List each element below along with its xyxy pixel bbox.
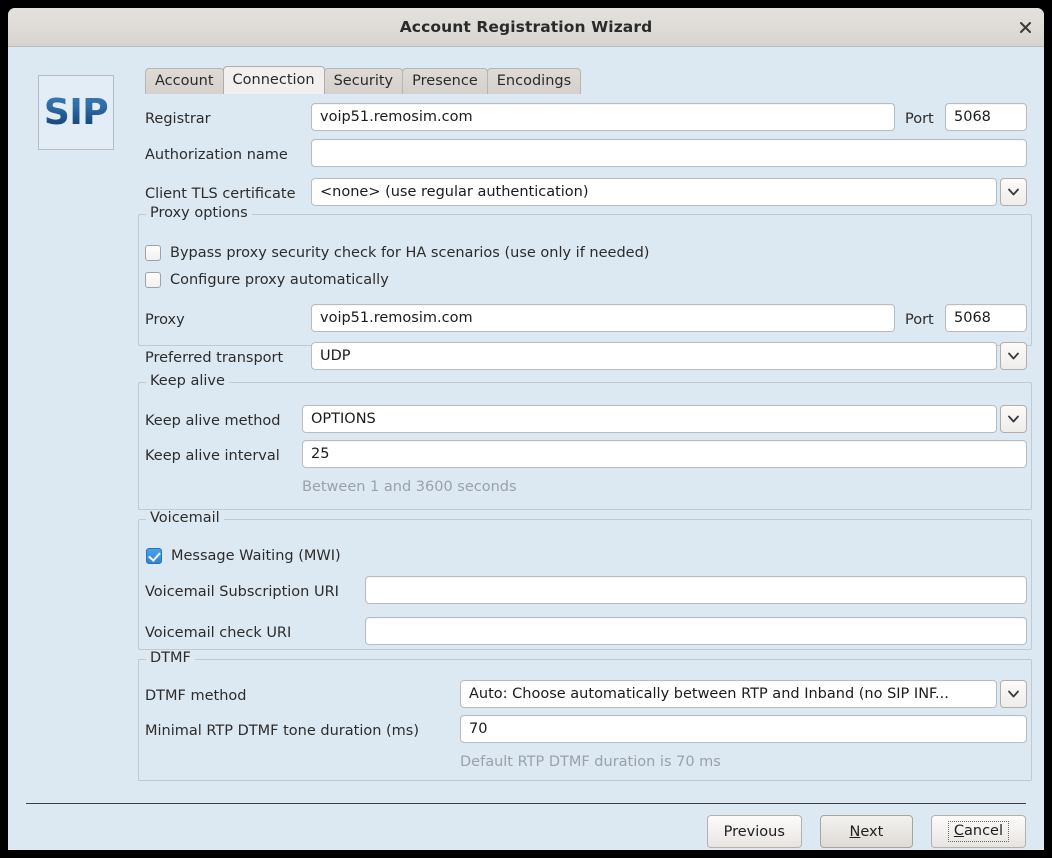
previous-button[interactable]: Previous: [706, 815, 802, 848]
cancel-button[interactable]: Cancel: [930, 815, 1026, 848]
checkbox-box: [146, 548, 162, 564]
message-waiting-checkbox[interactable]: Message Waiting (MWI): [146, 548, 341, 564]
client-tls-certificate-value: <none> (use regular authentication): [311, 178, 997, 206]
configure-proxy-automatically-checkbox[interactable]: Configure proxy automatically: [145, 272, 389, 288]
keep-alive-method-value: OPTIONS: [302, 405, 997, 433]
dialog-window: Account Registration Wizard SIP Account …: [8, 8, 1044, 850]
footer-buttons: Previous Next Cancel: [706, 815, 1026, 848]
chevron-down-icon[interactable]: [1000, 178, 1027, 206]
registrar-port-input[interactable]: 5068: [945, 103, 1027, 131]
preferred-transport-value: UDP: [311, 342, 997, 370]
proxy-options-legend: Proxy options: [146, 206, 252, 221]
dtmf-method-value: Auto: Choose automatically between RTP a…: [460, 680, 997, 708]
message-waiting-label: Message Waiting (MWI): [171, 548, 341, 564]
preferred-transport-label: Preferred transport: [145, 350, 284, 366]
window-title: Account Registration Wizard: [399, 18, 653, 36]
title-bar: Account Registration Wizard: [8, 8, 1044, 47]
sip-logo-text: SIP: [43, 92, 109, 133]
focus-ring: Cancel: [947, 821, 1009, 842]
voicemail-check-uri-label: Voicemail check URI: [145, 625, 292, 641]
client-tls-certificate-label: Client TLS certificate: [145, 186, 296, 202]
keep-alive-interval-hint: Between 1 and 3600 seconds: [302, 479, 517, 495]
dtmf-legend: DTMF: [146, 651, 195, 666]
dtmf-duration-input[interactable]: 70: [460, 715, 1027, 743]
tab-presence[interactable]: Presence: [402, 68, 488, 94]
next-button-mnemonic: N: [849, 823, 861, 840]
dialog-content: SIP Account Connection Security Presence…: [8, 47, 1044, 850]
dtmf-duration-hint: Default RTP DTMF duration is 70 ms: [460, 754, 721, 770]
authorization-name-input[interactable]: [311, 139, 1027, 167]
registrar-port-label: Port: [905, 111, 934, 127]
chevron-down-icon[interactable]: [1000, 405, 1027, 433]
client-tls-certificate-select[interactable]: <none> (use regular authentication): [311, 178, 1027, 206]
dtmf-method-label: DTMF method: [145, 688, 247, 704]
proxy-port-input[interactable]: 5068: [945, 304, 1027, 332]
next-button[interactable]: Next: [819, 815, 913, 848]
registrar-input[interactable]: voip51.remosim.com: [311, 103, 895, 131]
keep-alive-interval-input[interactable]: 25: [302, 440, 1027, 468]
bypass-proxy-security-label: Bypass proxy security check for HA scena…: [170, 245, 650, 261]
close-icon[interactable]: [1013, 16, 1037, 39]
checkbox-box: [145, 245, 161, 261]
cancel-button-label: ancel: [964, 823, 1003, 840]
previous-button-label: Previous: [723, 823, 785, 840]
sip-logo: SIP: [38, 75, 114, 150]
voicemail-legend: Voicemail: [146, 511, 224, 526]
voicemail-subscription-uri-input[interactable]: [365, 576, 1027, 604]
voicemail-check-uri-input[interactable]: [365, 617, 1027, 645]
authorization-name-label: Authorization name: [145, 147, 288, 163]
chevron-down-icon[interactable]: [1000, 342, 1027, 370]
preferred-transport-select[interactable]: UDP: [311, 342, 1027, 370]
dtmf-duration-label: Minimal RTP DTMF tone duration (ms): [145, 723, 420, 739]
tab-security[interactable]: Security: [323, 68, 404, 94]
footer-separator: [26, 803, 1026, 804]
dtmf-method-select[interactable]: Auto: Choose automatically between RTP a…: [460, 680, 1027, 708]
registrar-label: Registrar: [145, 111, 211, 127]
tab-encodings[interactable]: Encodings: [486, 68, 582, 94]
tab-connection[interactable]: Connection: [222, 66, 325, 94]
keep-alive-method-select[interactable]: OPTIONS: [302, 405, 1027, 433]
proxy-port-label: Port: [905, 312, 934, 328]
tab-account[interactable]: Account: [145, 68, 224, 94]
chevron-down-icon[interactable]: [1000, 680, 1027, 708]
bypass-proxy-security-checkbox[interactable]: Bypass proxy security check for HA scena…: [145, 245, 649, 261]
configure-proxy-automatically-label: Configure proxy automatically: [170, 272, 389, 288]
keep-alive-legend: Keep alive: [146, 374, 229, 389]
cancel-button-mnemonic: C: [953, 823, 964, 840]
next-button-label: ext: [860, 823, 884, 840]
keep-alive-method-label: Keep alive method: [145, 413, 281, 429]
proxy-label: Proxy: [145, 312, 185, 328]
proxy-input[interactable]: voip51.remosim.com: [311, 304, 895, 332]
tab-bar: Account Connection Security Presence Enc…: [145, 66, 582, 94]
voicemail-subscription-uri-label: Voicemail Subscription URI: [145, 584, 339, 600]
checkbox-box: [145, 272, 161, 288]
keep-alive-interval-label: Keep alive interval: [145, 448, 280, 464]
